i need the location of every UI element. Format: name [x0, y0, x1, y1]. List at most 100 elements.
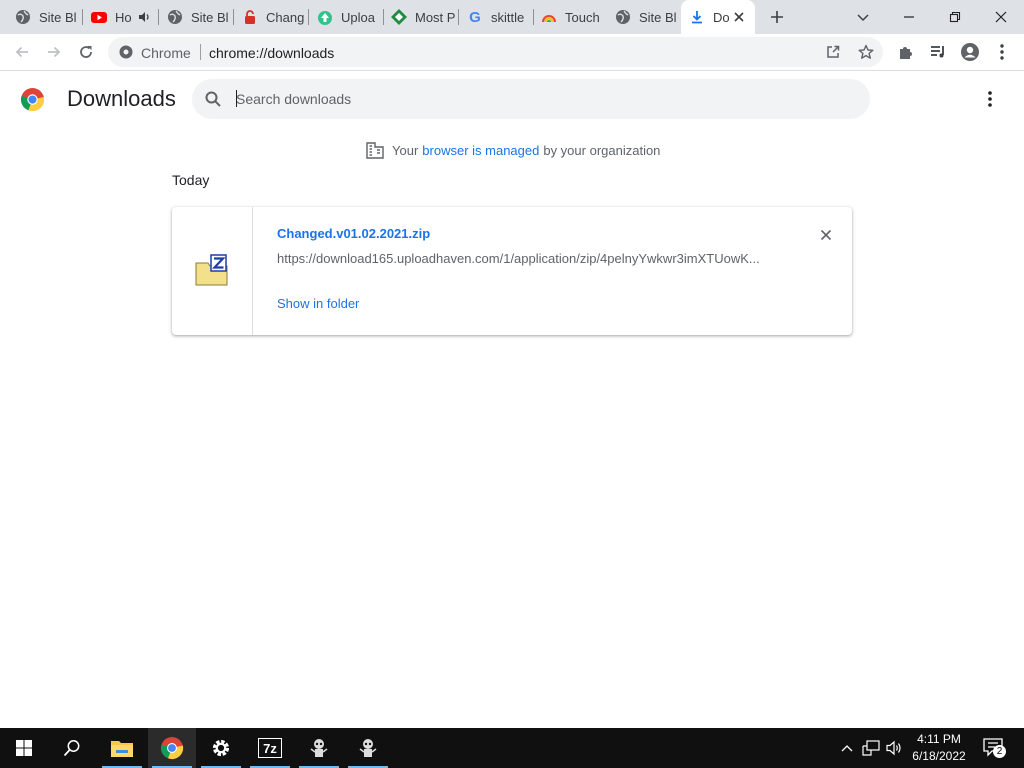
minimize-icon — [904, 16, 914, 18]
zip-file-icon — [195, 254, 229, 286]
date-section-label: Today — [172, 172, 210, 188]
tab-strip: Site Bl Ho Site Bl Chang Uploa Most P G … — [0, 0, 1024, 34]
plus-icon — [771, 11, 783, 23]
search-input[interactable] — [236, 89, 836, 109]
avatar-icon — [961, 43, 979, 61]
volume-button[interactable] — [885, 738, 905, 758]
forward-button[interactable] — [40, 38, 68, 66]
chrome-icon — [160, 737, 184, 760]
managed-suffix: by your organization — [543, 142, 661, 158]
tab-site-blocked-2[interactable]: Site Bl — [159, 0, 233, 34]
network-icon — [862, 740, 880, 756]
clock-date: 6/18/2022 — [912, 749, 966, 763]
kebab-menu-icon — [1000, 44, 1004, 60]
managed-prefix: Your — [392, 142, 419, 158]
7zip-icon: 7z — [258, 738, 282, 758]
playlist-icon — [931, 46, 944, 58]
browser-menu-button[interactable] — [988, 38, 1016, 66]
system-clock[interactable]: 4:11 PM 6/18/2022 — [906, 731, 972, 765]
profile-button[interactable] — [956, 38, 984, 66]
reload-button[interactable] — [72, 38, 100, 66]
tab-most-popular[interactable]: Most P — [384, 0, 458, 34]
star-icon[interactable] — [856, 42, 876, 62]
extensions-button[interactable] — [892, 38, 920, 66]
clock-time: 4:11 PM — [917, 732, 961, 746]
tab-site-blocked-1[interactable]: Site Bl — [0, 0, 82, 34]
omnibox-divider — [200, 44, 201, 60]
back-button[interactable] — [8, 38, 36, 66]
app-icon — [359, 739, 377, 757]
speaker-icon — [886, 740, 901, 756]
arrow-left-icon — [15, 46, 28, 58]
download-item-card: Changed.v01.02.2021.zip https://download… — [172, 207, 852, 335]
close-window-button[interactable] — [978, 0, 1024, 34]
globe-icon — [15, 9, 31, 25]
remove-download-button[interactable] — [814, 223, 838, 247]
reload-icon — [80, 46, 92, 58]
tab-upload[interactable]: Uploa — [309, 0, 383, 34]
taskbar-search-button[interactable] — [48, 728, 96, 768]
file-name-link[interactable]: Changed.v01.02.2021.zip — [277, 226, 430, 241]
youtube-icon — [91, 9, 107, 25]
kebab-menu-icon — [988, 91, 992, 107]
search-bar[interactable] — [192, 79, 870, 119]
share-icon[interactable] — [823, 42, 843, 62]
google-icon: G — [469, 8, 481, 26]
tab-youtube[interactable]: Ho — [83, 0, 158, 34]
globe-icon — [615, 9, 631, 25]
chrome-page-icon — [118, 44, 134, 60]
tab-downloads[interactable]: Do — [681, 0, 755, 34]
address-bar[interactable]: Chrome chrome://downloads — [108, 37, 883, 67]
building-icon — [366, 141, 384, 159]
rainbow-icon — [541, 9, 557, 25]
source-url[interactable]: https://download165.uploadhaven.com/1/ap… — [277, 251, 772, 266]
network-button[interactable] — [861, 738, 881, 758]
upload-icon — [317, 9, 333, 25]
taskbar-app-2[interactable] — [344, 728, 392, 768]
action-center-button[interactable]: 2 — [982, 736, 1006, 760]
media-control-button[interactable] — [924, 38, 952, 66]
taskbar-file-explorer[interactable] — [98, 728, 146, 768]
chevron-down-icon — [857, 14, 869, 22]
tab-touch[interactable]: Touch — [534, 0, 606, 34]
page-title: Downloads — [67, 86, 176, 111]
tab-search-button[interactable] — [840, 0, 886, 34]
chrome-logo-icon — [20, 87, 45, 112]
notification-count-badge: 2 — [993, 745, 1006, 758]
new-tab-button[interactable] — [765, 5, 789, 29]
globe-icon — [167, 9, 183, 25]
taskbar-chrome[interactable] — [148, 728, 196, 768]
speaker-icon[interactable] — [137, 9, 153, 25]
taskbar: 7z 4:11 PM 6/18/2022 2 — [0, 728, 1024, 768]
taskbar-app-1[interactable] — [295, 728, 343, 768]
downloads-menu-button[interactable] — [976, 85, 1004, 113]
green-diamond-icon — [391, 9, 407, 25]
app-icon — [310, 739, 328, 757]
close-icon — [995, 11, 1007, 23]
red-lock-icon — [242, 9, 258, 25]
tab-changed[interactable]: Chang — [234, 0, 308, 34]
settings-icon — [212, 739, 230, 757]
text-cursor — [236, 90, 237, 107]
svg-text:7z: 7z — [263, 741, 277, 756]
show-in-folder-link[interactable]: Show in folder — [277, 296, 359, 311]
browser-toolbar: Chrome chrome://downloads — [0, 34, 1024, 71]
restore-button[interactable] — [932, 0, 978, 34]
search-icon — [63, 740, 80, 757]
managed-link[interactable]: browser is managed — [422, 143, 539, 158]
minimize-button[interactable] — [886, 0, 932, 34]
managed-notice: Your browser is managed by your organiza… — [366, 140, 660, 160]
download-icon — [689, 9, 705, 25]
close-icon — [820, 229, 832, 241]
tab-site-blocked-3[interactable]: Site Bl — [607, 0, 680, 34]
taskbar-settings[interactable] — [197, 728, 245, 768]
taskbar-7zip[interactable]: 7z — [246, 728, 294, 768]
search-icon — [204, 90, 222, 108]
url-text[interactable]: chrome://downloads — [209, 45, 334, 61]
tab-google-skittle[interactable]: G skittle — [459, 0, 533, 34]
close-tab-icon[interactable] — [731, 9, 747, 25]
site-chip-label: Chrome — [141, 45, 191, 61]
start-button[interactable] — [0, 728, 48, 768]
show-hidden-icons-button[interactable] — [837, 738, 857, 758]
downloads-page: Downloads Your browser is managed by you… — [0, 71, 1024, 728]
